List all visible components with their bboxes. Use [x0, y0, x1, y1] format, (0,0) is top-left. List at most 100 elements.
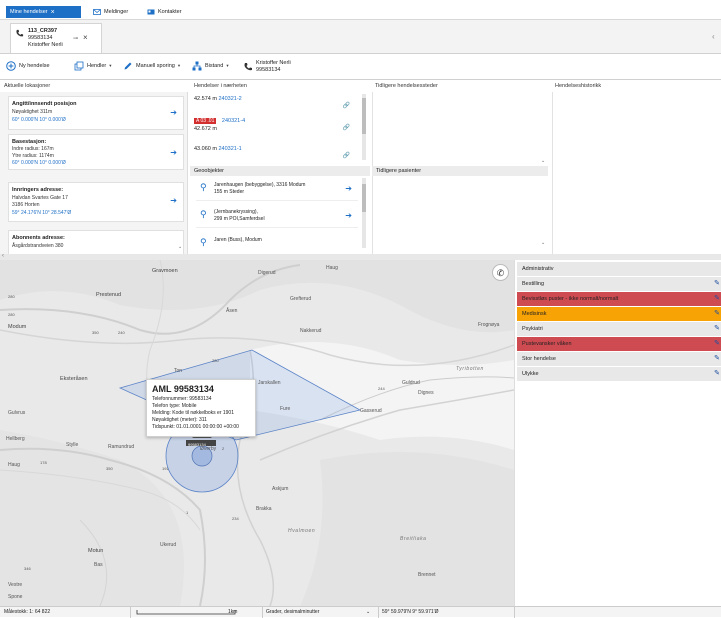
geo-object-row[interactable]: ⚲ (Jernbanekryssing), 299 m POI,Samferds… — [196, 206, 358, 228]
assistance-dropdown[interactable]: Bistand ▾ — [192, 61, 229, 71]
coord-format-select[interactable]: Grader, desimalminutter — [266, 609, 319, 615]
chevron-down-icon[interactable]: ⌄ — [178, 244, 182, 250]
geo-object-row[interactable]: ⚲ Jaren (Buss), Modum — [196, 234, 358, 254]
map-place-label: Jarskallen — [258, 380, 281, 386]
map-area-label: Breitliaka — [400, 536, 427, 542]
event-history-panel — [552, 92, 721, 254]
edit-icon[interactable]: ✎ — [714, 339, 720, 347]
map-place-label: Prestenud — [96, 292, 122, 298]
nearby-event-row[interactable]: A 03 .01 240321-4 42.672 m 🔗 — [194, 118, 356, 138]
chevron-down-icon[interactable]: ⌄ — [366, 609, 370, 615]
new-event-button[interactable]: Ny hendelse — [6, 61, 50, 71]
road-number-label: 2 — [222, 446, 225, 451]
road-number-label: 350 — [106, 466, 113, 471]
map-place-label: Gasserud — [360, 408, 382, 414]
category-label: Pustevansker våken — [522, 341, 572, 347]
geo-objects-panel: ⚲ Jarenhaugen (bebyggelse), 3316 Modum 1… — [190, 176, 370, 254]
map-place-label: Spone — [8, 594, 23, 600]
nearby-event-link[interactable]: 240321-1 — [218, 146, 241, 152]
edit-icon[interactable]: ✎ — [714, 369, 720, 377]
category-psykiatri[interactable]: Psykiatri ✎ — [517, 322, 721, 336]
popup-line: Tidspunkt: 01.01.0001 00:00:00 +00:00 — [152, 424, 239, 430]
category-bestilling[interactable]: Bestilling ✎ — [517, 277, 721, 291]
arrow-right-icon[interactable]: ➔ — [170, 148, 177, 157]
caller-info[interactable]: Kristoffer Nerli 99583134 — [243, 60, 291, 74]
geo-object-row[interactable]: ⚲ Jarenhaugen (bebyggelse), 3316 Modum 1… — [196, 179, 358, 201]
location-card[interactable]: Basestasjon: Indre radius: 167m Ytre rad… — [8, 134, 184, 170]
arrow-right-icon[interactable]: ➔ — [170, 196, 177, 205]
map-place-label: Modum — [8, 324, 27, 330]
nearby-event-row[interactable]: 43.060 m 240321-1 🔗 — [194, 146, 356, 166]
category-medisinsk[interactable]: Medisinsk ✎ — [517, 307, 721, 321]
compass-phone-icon[interactable]: ✆ — [492, 264, 509, 281]
map-place-label: Motun — [88, 548, 104, 554]
category-ulykke[interactable]: Ulykke ✎ — [517, 367, 721, 381]
scrollbar[interactable] — [362, 178, 366, 248]
location-card[interactable]: Innringers adresse: Halvdan Svartes Gate… — [8, 182, 184, 222]
nearby-events-header: Hendelser i nærheten — [194, 83, 247, 89]
map-place-label: Grefterud — [290, 296, 312, 302]
event-history-header: Hendelseshistorikk — [555, 83, 602, 89]
status-bar: Målestokk: 1: 64 822 1km Grader, desimal… — [0, 606, 721, 618]
edit-icon[interactable]: ✎ — [714, 324, 720, 332]
road-number-label: 240 — [118, 330, 125, 335]
scale-bar — [136, 610, 236, 615]
tab-meldinger[interactable]: Meldinger — [89, 6, 132, 18]
chevron-down-icon[interactable]: ⌄ — [541, 240, 545, 246]
events-label: Hendler — [87, 63, 107, 69]
contact-card-icon — [147, 9, 155, 15]
nearby-event-link[interactable]: 240321-4 — [222, 118, 245, 124]
chevron-left-icon[interactable]: ‹ — [712, 32, 715, 41]
map-place-label: Ton — [174, 368, 183, 374]
map-place-label: Haug — [326, 265, 338, 271]
category-administrativ[interactable]: Administrativ — [517, 262, 721, 276]
nearby-distance: 43.060 m — [194, 146, 217, 152]
caller-phone: 99583134 — [256, 67, 281, 73]
scrollbar[interactable] — [362, 94, 366, 160]
location-card[interactable]: Abonnents adresse: Åsgårdstrandveien 380 — [8, 230, 184, 254]
location-coord: 60° 0.000'N 10° 0.000'Ø — [12, 160, 66, 166]
previous-places-header: Tidligere hendelsessteder — [375, 83, 438, 89]
chevron-left-icon[interactable]: ‹ — [2, 253, 4, 259]
arrow-right-icon[interactable]: ➔ — [345, 211, 352, 220]
chevron-down-icon: ▾ — [177, 63, 181, 68]
nearby-event-link[interactable]: 240321-2 — [218, 96, 241, 102]
location-card[interactable]: Angitt/innsendt posisjon Nøyaktighet 311… — [8, 96, 184, 130]
nearby-distance: 42.672 m — [194, 126, 217, 132]
category-panel: Administrativ Bestilling ✎ Bevisstløs pu… — [514, 260, 721, 606]
category-pustevansker[interactable]: Pustevansker våken ✎ — [517, 337, 721, 351]
category-bevisstlos[interactable]: Bevisstløs puster - ikke normalt/normalt… — [517, 292, 721, 306]
location-title: Angitt/innsendt posisjon — [12, 101, 77, 107]
location-coord: 59° 24.176'N 10° 28.547'Ø — [12, 210, 72, 216]
category-stor-hendelse[interactable]: Stor hendelse ✎ — [517, 352, 721, 366]
close-icon[interactable]: × — [51, 9, 55, 16]
road-number-label: 346 — [24, 566, 31, 571]
tab-kontakter[interactable]: Kontakter — [143, 6, 186, 18]
link-icon[interactable]: 🔗 — [343, 124, 350, 131]
link-icon[interactable]: 🔗 — [343, 152, 350, 159]
manual-tracking-dropdown[interactable]: Manuell sporing ▾ — [123, 61, 180, 71]
chevron-down-icon[interactable]: ⌄ — [541, 158, 545, 164]
tab-mine-hendelser[interactable]: Mine hendelser × — [6, 6, 81, 18]
arrow-right-icon[interactable]: ➔ — [170, 108, 177, 117]
close-icon[interactable]: × — [83, 33, 88, 42]
edit-icon[interactable]: ✎ — [714, 294, 720, 302]
edit-icon[interactable]: ✎ — [714, 354, 720, 362]
map-view[interactable]: 99583134 Gravmoen Digerud Haug Prestenud… — [0, 260, 514, 606]
tab-label: Kontakter — [158, 9, 182, 15]
popup-line: Nøyaktighet (meter): 311 — [152, 417, 207, 423]
road-number-label: 350 — [92, 330, 99, 335]
location-title: Basestasjon: — [12, 139, 47, 145]
map-place-label: Øverby — [200, 446, 217, 452]
link-icon[interactable]: 🔗 — [343, 102, 350, 109]
nearby-event-row[interactable]: 42.574 m 240321-2 🔗 — [194, 96, 356, 116]
map-area-label: Hvalmoen — [288, 528, 316, 534]
category-label: Psykiatri — [522, 326, 543, 332]
events-dropdown[interactable]: Hendler ▾ — [74, 61, 112, 71]
edit-icon[interactable]: ✎ — [714, 279, 720, 287]
arrow-right-icon[interactable]: ➔ — [345, 184, 352, 193]
case-card[interactable]: 113_CR397 99583134 Kristoffer Nerli ⊸ × — [10, 23, 102, 53]
edit-icon[interactable]: ✎ — [714, 309, 720, 317]
pin-icon[interactable]: ⊸ — [73, 35, 78, 42]
location-line: Halvdan Svartes Gate 17 — [12, 195, 68, 201]
